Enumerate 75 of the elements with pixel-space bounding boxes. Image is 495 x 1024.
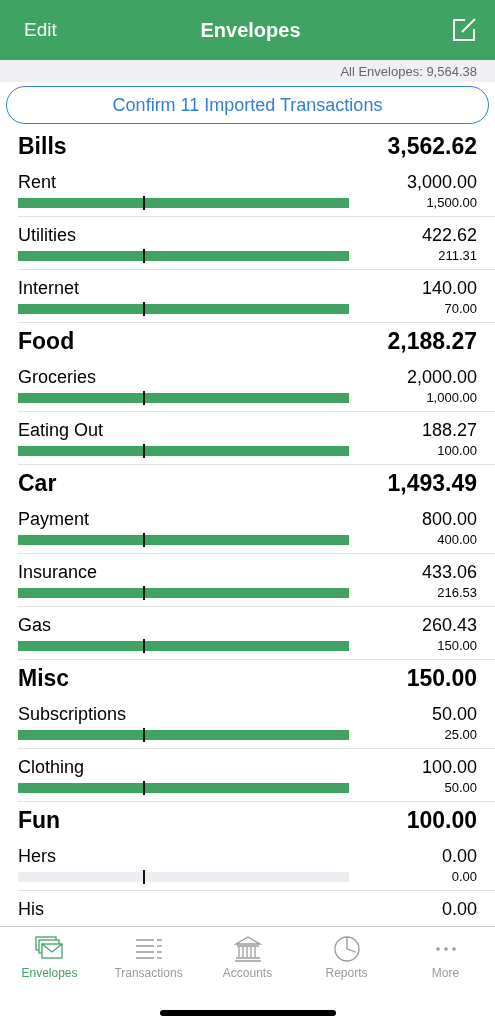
envelope-budget: 1,000.00: [426, 390, 477, 405]
envelope-budget: 211.31: [438, 248, 477, 263]
group-name: Misc: [18, 664, 70, 692]
bank-icon: [232, 935, 263, 963]
envelope-row[interactable]: Internet 140.00 70.00: [18, 270, 495, 323]
envelope-budget: 150.00: [437, 638, 477, 653]
more-icon: [435, 947, 456, 951]
all-envelopes-total: All Envelopes: 9,564.38: [340, 63, 477, 79]
envelope-name: Eating Out: [18, 420, 105, 441]
envelope-row[interactable]: His 0.00: [18, 891, 495, 926]
envelope-row[interactable]: Eating Out 188.27 100.00: [18, 412, 495, 465]
envelope-amount: 433.06: [421, 562, 477, 583]
envelope-budget: 70.00: [444, 301, 477, 316]
envelope-amount: 50.00: [431, 704, 477, 725]
envelope-name: Groceries: [18, 367, 98, 388]
envelope-budget: 1,500.00: [426, 195, 477, 210]
envelope-amount: 140.00: [421, 278, 477, 299]
envelope-amount: 3,000.00: [406, 172, 477, 193]
group-total: 150.00: [406, 664, 477, 692]
envelope-row[interactable]: Utilities 422.62 211.31: [18, 217, 495, 270]
envelope-amount: 0.00: [441, 846, 477, 867]
envelope-amount: 188.27: [421, 420, 477, 441]
envelope-amount: 800.00: [421, 509, 477, 530]
group-name: Fun: [18, 806, 61, 834]
envelope-amount: 422.62: [421, 225, 477, 246]
group-total: 2,188.27: [387, 327, 477, 355]
envelope-budget: 400.00: [437, 532, 477, 547]
envelope-row[interactable]: Groceries 2,000.00 1,000.00: [18, 359, 495, 412]
budget-marker: [143, 301, 145, 316]
envelope-name: Rent: [18, 172, 58, 193]
envelope-budget: 216.53: [437, 585, 477, 600]
envelope-name: Internet: [18, 278, 81, 299]
envelope-amount: 100.00: [421, 757, 477, 778]
group-name: Food: [18, 327, 75, 355]
budget-marker: [143, 585, 145, 600]
envelope-name: Payment: [18, 509, 91, 530]
group-name: Car: [18, 469, 57, 497]
envelope-amount: 260.43: [421, 615, 477, 636]
budget-marker: [143, 195, 145, 210]
envelope-name: Gas: [18, 615, 52, 636]
envelope-row[interactable]: Payment 800.00 400.00: [18, 501, 495, 554]
envelope-row[interactable]: Clothing 100.00 50.00: [18, 749, 495, 802]
budget-marker: [143, 638, 145, 653]
confirm-transactions-button[interactable]: Confirm 11 Imported Transactions: [6, 86, 489, 124]
envelope-row[interactable]: Rent 3,000.00 1,500.00: [18, 164, 495, 217]
envelope-row[interactable]: Subscriptions 50.00 25.00: [18, 696, 495, 749]
envelope-budget: 100.00: [437, 443, 477, 458]
envelope-name: Clothing: [18, 757, 86, 778]
envelope-row[interactable]: Gas 260.43 150.00: [18, 607, 495, 660]
compose-icon: [451, 17, 477, 43]
envelope-name: His: [18, 899, 45, 920]
budget-marker: [143, 532, 145, 547]
group-name: Bills: [18, 132, 67, 160]
budget-marker: [143, 727, 145, 742]
screen-title: Envelopes: [200, 18, 301, 42]
envelope-budget: 0.00: [451, 869, 477, 884]
envelope-name: Insurance: [18, 562, 99, 583]
envelope-row[interactable]: Insurance 433.06 216.53: [18, 554, 495, 607]
envelope-budget: 50.00: [444, 780, 477, 795]
envelope-budget: 25.00: [444, 727, 477, 742]
envelope-name: Hers: [18, 846, 57, 867]
budget-marker: [143, 390, 145, 405]
group-total: 3,562.62: [387, 132, 477, 160]
envelope-amount: 2,000.00: [406, 367, 477, 388]
envelope-row[interactable]: Hers 0.00 0.00: [18, 838, 495, 891]
envelope-amount: 0.00: [441, 899, 477, 920]
group-total: 1,493.49: [387, 469, 477, 497]
budget-marker: [143, 248, 145, 263]
envelope-name: Utilities: [18, 225, 77, 246]
budget-marker: [143, 780, 145, 795]
group-total: 100.00: [406, 806, 477, 834]
envelope-name: Subscriptions: [18, 704, 128, 725]
budget-marker: [143, 443, 145, 458]
budget-marker: [143, 869, 145, 884]
pie-chart-icon: [331, 935, 362, 963]
